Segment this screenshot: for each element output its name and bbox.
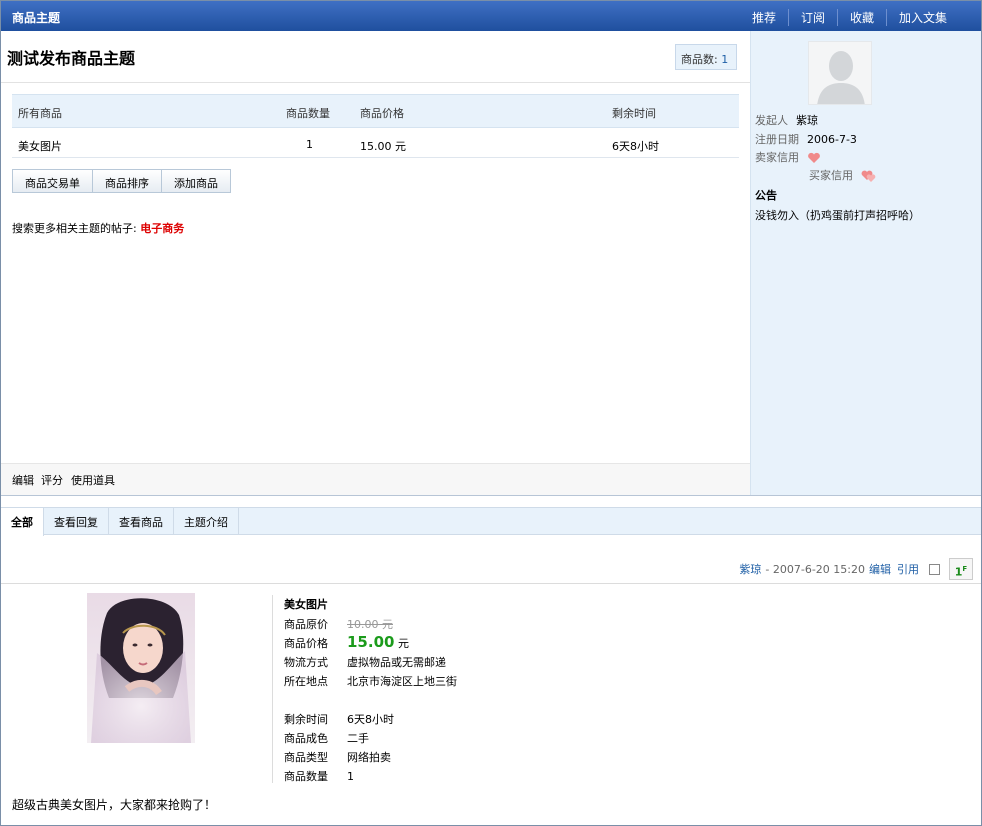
table-row[interactable]: 美女图片 1 15.00 元 6天8小时 — [12, 128, 739, 158]
divider — [272, 595, 273, 783]
quantity-label: 商品数量 — [284, 770, 328, 783]
goods-count-badge: 商品数: 1 — [675, 44, 737, 70]
post-author-link[interactable]: 紫琼 — [739, 561, 761, 577]
tab-replies[interactable]: 查看回复 — [44, 508, 109, 535]
type-value: 网络拍卖 — [347, 751, 391, 764]
original-price-label: 商品原价 — [284, 618, 328, 631]
register-date-row: 注册日期 2006-7-3 — [755, 131, 857, 147]
header-links: 推荐 订阅 收藏 加入文集 — [740, 9, 959, 26]
shipping-row: 物流方式 虚拟物品或无需邮递 — [284, 654, 446, 670]
subscribe-link[interactable]: 订阅 — [787, 9, 837, 26]
hearts-icon — [861, 170, 875, 182]
floor-suffix: F — [962, 565, 968, 573]
goods-count-value: 1 — [721, 53, 729, 66]
use-item-link[interactable]: 使用道具 — [71, 472, 115, 488]
price-value: 15.00 — [347, 633, 395, 651]
notice-text: 没钱勿入（扔鸡蛋前打声招呼哈） — [755, 209, 920, 222]
location-value: 北京市海淀区上地三街 — [347, 675, 457, 688]
original-price-row: 商品原价 10.00 元 — [284, 616, 393, 632]
recommend-link[interactable]: 推荐 — [740, 9, 788, 26]
post-datetime: - 2007-6-20 15:20 — [765, 562, 865, 576]
goods-actions: 商品交易单 商品排序 添加商品 — [12, 169, 231, 193]
add-goods-button[interactable]: 添加商品 — [161, 169, 231, 193]
goods-remaining: 6天8小时 — [612, 140, 659, 153]
trade-list-button[interactable]: 商品交易单 — [12, 169, 93, 193]
initiator-row: 发起人 紫琼 — [755, 112, 818, 128]
post-edit-link[interactable]: 编辑 — [869, 561, 891, 577]
type-label: 商品类型 — [284, 751, 328, 764]
post-quote-link[interactable]: 引用 — [897, 561, 919, 577]
initiator-label: 发起人 — [755, 114, 788, 127]
register-date-label: 注册日期 — [755, 133, 799, 146]
buyer-credit-label: 买家信用 — [809, 169, 853, 182]
goods-qty: 1 — [306, 138, 313, 151]
goods-table: 所有商品 商品数量 商品价格 剩余时间 美女图片 1 15.00 元 6天8小时 — [12, 94, 739, 158]
heart-icon — [807, 152, 820, 163]
portrait-image — [87, 593, 195, 743]
section-divider — [1, 495, 981, 507]
col-all-goods: 所有商品 — [18, 107, 62, 120]
seller-sidebar: 发起人 紫琼 注册日期 2006-7-3 卖家信用 买家信用 公告 没钱勿入（扔鸡蛋… — [750, 31, 981, 495]
edit-link[interactable]: 编辑 — [12, 472, 34, 488]
quantity-value: 1 — [347, 770, 354, 783]
remaining-value: 6天8小时 — [347, 713, 394, 726]
thread-main: 测试发布商品主题 商品数: 1 所有商品 商品数量 商品价格 剩余时间 美女图片… — [1, 31, 750, 495]
product-name: 美女图片 — [284, 598, 328, 611]
condition-row: 商品成色 二手 — [284, 730, 369, 746]
thread-tools: 编辑 评分 使用道具 — [1, 463, 750, 495]
type-row: 商品类型 网络拍卖 — [284, 749, 391, 765]
col-remaining: 剩余时间 — [612, 107, 656, 120]
page-frame: 商品主题 推荐 订阅 收藏 加入文集 测试发布商品主题 商品数: 1 所有商品 … — [0, 0, 982, 826]
post-select-checkbox[interactable] — [929, 563, 940, 575]
goods-price: 15.00 元 — [360, 140, 406, 153]
search-more: 搜索更多相关主题的帖子: 电子商务 — [12, 220, 184, 236]
thread-title: 测试发布商品主题 — [7, 49, 136, 68]
favorite-link[interactable]: 收藏 — [836, 9, 886, 26]
buyer-credit-row: 买家信用 — [809, 167, 877, 183]
register-date-value: 2006-7-3 — [807, 133, 857, 146]
location-row: 所在地点 北京市海淀区上地三街 — [284, 673, 457, 689]
goods-name-link[interactable]: 美女图片 — [18, 138, 62, 154]
remaining-label: 剩余时间 — [284, 713, 328, 726]
notice-title: 公告 — [755, 189, 777, 202]
col-price: 商品价格 — [360, 107, 404, 120]
shipping-label: 物流方式 — [284, 656, 328, 669]
floor-badge: 1F — [949, 558, 973, 580]
divider — [1, 583, 981, 584]
header-bar: 商品主题 推荐 订阅 收藏 加入文集 — [1, 1, 981, 31]
avatar[interactable] — [808, 41, 872, 105]
goods-table-header: 所有商品 商品数量 商品价格 剩余时间 — [12, 94, 739, 128]
rate-link[interactable]: 评分 — [41, 472, 63, 488]
search-keyword-link[interactable]: 电子商务 — [140, 222, 184, 235]
price-label: 商品价格 — [284, 637, 328, 650]
add-to-collection-link[interactable]: 加入文集 — [885, 9, 959, 26]
original-price-value: 10.00 元 — [347, 618, 393, 631]
remaining-row: 剩余时间 6天8小时 — [284, 711, 394, 727]
product-photo[interactable] — [87, 593, 195, 743]
product-description: 超级古典美女图片，大家都来抢购了！ — [12, 798, 217, 812]
seller-credit-label: 卖家信用 — [755, 151, 799, 164]
seller-credit-row: 卖家信用 — [755, 149, 821, 165]
page-header-title: 商品主题 — [12, 11, 61, 25]
search-more-label: 搜索更多相关主题的帖子: — [12, 222, 137, 235]
initiator-name[interactable]: 紫琼 — [796, 114, 818, 127]
location-label: 所在地点 — [284, 675, 328, 688]
price-unit: 元 — [397, 637, 409, 650]
divider — [1, 82, 750, 83]
tab-intro[interactable]: 主题介绍 — [174, 508, 239, 535]
col-quantity: 商品数量 — [286, 107, 330, 120]
shipping-value: 虚拟物品或无需邮递 — [347, 656, 446, 669]
tab-goods[interactable]: 查看商品 — [109, 508, 174, 535]
post-meta: 紫琼 - 2007-6-20 15:20 编辑 引用 1F — [739, 558, 973, 580]
condition-value: 二手 — [347, 732, 369, 745]
quantity-row: 商品数量 1 — [284, 768, 354, 784]
price-row: 商品价格 15.00 元 — [284, 633, 409, 651]
condition-label: 商品成色 — [284, 732, 328, 745]
post-tabs: 全部 查看回复 查看商品 主题介绍 — [1, 507, 981, 536]
default-avatar-icon — [809, 42, 871, 104]
goods-count-label: 商品数: — [681, 53, 718, 66]
tab-all[interactable]: 全部 — [1, 508, 44, 536]
sort-goods-button[interactable]: 商品排序 — [92, 169, 162, 193]
